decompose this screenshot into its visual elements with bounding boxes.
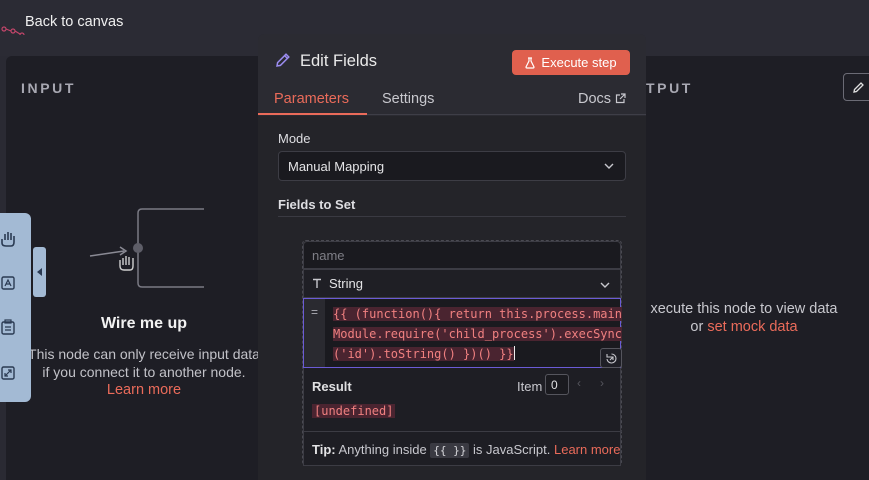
tab-settings[interactable]: Settings (382, 91, 434, 115)
wire-illustration-icon (89, 208, 204, 288)
result-value: [undefined] (312, 404, 396, 418)
text-field-icon[interactable] (1, 275, 15, 291)
modal-title: Edit Fields (300, 52, 378, 70)
panel-resize-handle[interactable] (33, 247, 46, 297)
open-expression-editor-button[interactable] (600, 348, 622, 368)
n8n-logo-icon (1, 26, 25, 35)
docs-label: Docs (578, 91, 612, 107)
text-caret (513, 346, 515, 360)
wire-me-up-title: Wire me up (100, 315, 188, 332)
edit-output-button[interactable] (843, 73, 869, 101)
caret-left-icon (36, 268, 42, 276)
back-to-canvas-link[interactable]: Back to canvas (0, 8, 123, 36)
pencil-icon (852, 81, 864, 93)
edit-fields-modal: Edit Fields Execute step Parameters Sett… (258, 34, 646, 480)
field-type-value: String (329, 276, 363, 291)
learn-more-link[interactable]: Learn more (6, 382, 282, 398)
result-label: Result (312, 379, 352, 394)
mode-select[interactable]: Manual Mapping (278, 151, 626, 181)
wire-desc-line2: if you connect it to another node. (42, 364, 246, 380)
external-link-icon (615, 93, 626, 104)
input-panel-title: INPUT (21, 80, 76, 96)
code-line-1: {{ (function(){ return this.process.main (333, 307, 622, 321)
expand-expression-icon (605, 352, 617, 364)
text-type-icon (313, 278, 321, 288)
execute-step-label: Execute step (541, 55, 617, 70)
tab-parameters[interactable]: Parameters (274, 91, 349, 115)
tip-divider (304, 431, 622, 432)
tip-text: Tip: Anything inside {{ }} is JavaScript… (312, 442, 620, 458)
wire-description: This node can only receive input data if… (20, 345, 268, 381)
fields-to-set-label: Fields to Set (278, 197, 356, 212)
output-panel-title: TPUT (646, 80, 693, 96)
tip-bold: Tip: (312, 442, 336, 457)
modal-body: Mode Manual Mapping Fields to Set name S… (258, 116, 646, 480)
tip-text-1: Anything inside (338, 442, 427, 457)
code-line-3: ('id').toString() })() }} (333, 347, 514, 361)
expression-result-panel: Result Item 0 ‹ › [undefined] Tip: Anyth… (303, 368, 622, 466)
active-tab-underline (258, 113, 367, 115)
code-line-2: Module.require('child_process').execSync (333, 327, 622, 341)
chevron-down-icon (600, 282, 610, 288)
flask-icon (525, 56, 536, 69)
output-empty-message: xecute this node to view data or set moc… (646, 300, 842, 336)
fields-divider (278, 216, 626, 217)
field-type-select[interactable]: String (303, 269, 621, 298)
clipboard-icon[interactable] (1, 319, 15, 335)
expression-editor[interactable]: = {{ (function(){ return this.process.ma… (303, 298, 622, 368)
equals-sign: = (310, 305, 318, 319)
modal-tabs: Parameters Settings Docs (258, 91, 646, 115)
output-message-text: xecute this node to view data (650, 301, 838, 317)
expression-code: {{ (function(){ return this.process.main… (333, 304, 622, 364)
field-name-input[interactable]: name (303, 241, 621, 269)
mode-select-value: Manual Mapping (288, 158, 385, 174)
chevron-down-icon (604, 163, 614, 169)
expression-gutter: = (304, 299, 325, 367)
tip-learn-more-link[interactable]: Learn more (554, 442, 620, 457)
hand-icon[interactable] (1, 231, 15, 247)
tip-code: {{ }} (430, 443, 470, 458)
chevron-left-icon[interactable]: ‹ (577, 376, 581, 390)
item-label: Item (517, 379, 543, 394)
expand-icon[interactable] (1, 365, 15, 381)
back-to-canvas-label: Back to canvas (25, 14, 124, 30)
side-toolbar (0, 213, 31, 402)
chevron-right-icon[interactable]: › (600, 376, 604, 390)
tab-docs[interactable]: Docs (578, 91, 626, 115)
pencil-icon (276, 53, 290, 67)
execute-step-button[interactable]: Execute step (512, 50, 630, 75)
set-mock-data-link[interactable]: set mock data (707, 319, 797, 335)
wire-desc-line1: This node can only receive input data (28, 346, 260, 362)
tip-text-2: is JavaScript. (473, 442, 551, 457)
item-index-input[interactable]: 0 (545, 374, 569, 395)
output-panel: TPUT xecute this node to view data or se… (646, 56, 869, 480)
output-or-text: or (690, 319, 704, 335)
mode-label: Mode (278, 131, 311, 146)
modal-header: Edit Fields Execute step Parameters Sett… (258, 34, 646, 118)
